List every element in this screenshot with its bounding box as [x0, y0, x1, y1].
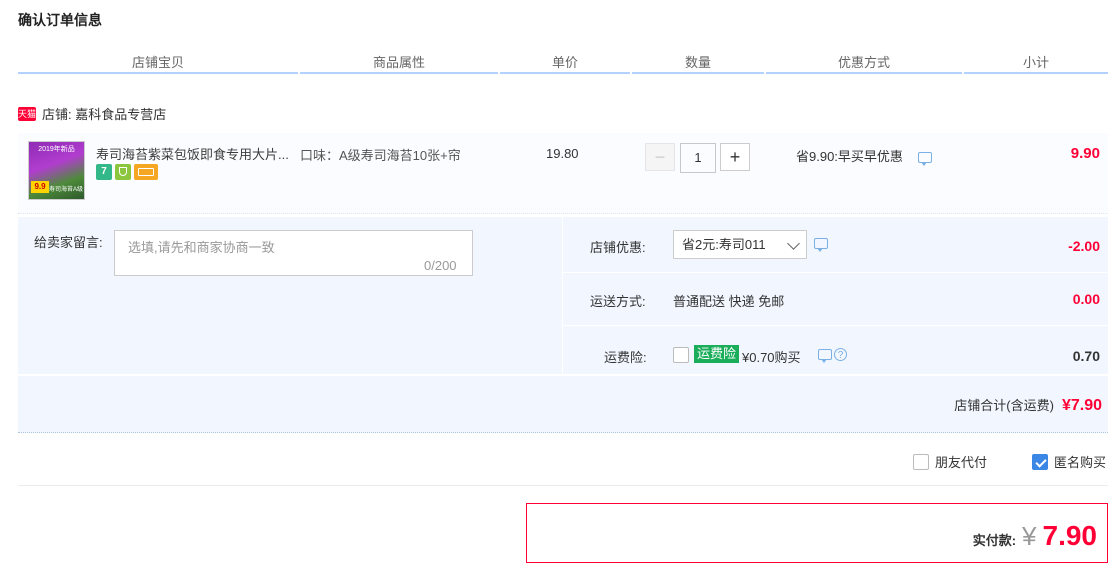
seven-day-return-icon[interactable]: 7 — [96, 164, 112, 180]
insurance-checkbox[interactable] — [673, 347, 689, 363]
quantity-input[interactable]: 1 — [680, 143, 716, 173]
quantity-decrease-button[interactable]: − — [645, 143, 675, 171]
product-title[interactable]: 寿司海苔紫菜包饭即食专用大片... — [96, 144, 289, 163]
page-title: 确认订单信息 — [18, 12, 102, 28]
shop-total-amount: ¥7.90 — [1061, 397, 1102, 414]
insurance-price: ¥0.70购买 — [742, 350, 801, 365]
help-icon[interactable]: ? — [834, 348, 847, 361]
divider — [18, 485, 1108, 486]
chat-icon[interactable] — [918, 152, 932, 166]
product-thumbnail[interactable]: 2019年新品 9.9 寿司海苔A级 — [28, 141, 85, 200]
thumbnail-tag: 2019年新品 — [38, 146, 75, 153]
chevron-down-icon — [787, 237, 800, 250]
item-promotion: 省9.90:早买早优惠 — [796, 149, 903, 164]
shipping-method: 普通配送 快递 免邮 — [673, 294, 785, 309]
col-quantity: 数量 — [684, 55, 711, 70]
insurance-label: 运费险: — [604, 350, 647, 365]
col-divider — [964, 72, 1108, 74]
guarantee-icon[interactable] — [115, 164, 131, 180]
shipping-amount: 0.00 — [1072, 291, 1100, 307]
payment-label: 实付款: — [972, 533, 1017, 548]
service-badges: 7 — [96, 164, 158, 180]
shipping-label: 运送方式: — [590, 294, 646, 309]
shop-coupon-select[interactable]: 省2元:寿司011 — [673, 230, 807, 259]
anonymous-purchase-option[interactable]: 匿名购买 — [1032, 452, 1106, 471]
tmall-icon: 天猫 — [18, 106, 37, 121]
shop-total: 店铺合计(含运费) ¥7.90 — [954, 395, 1102, 415]
payment-amount: 7.90 — [1042, 520, 1098, 551]
message-char-counter: 0/200 — [424, 258, 457, 273]
message-label: 给卖家留言: — [34, 235, 103, 250]
panel-divider — [563, 325, 1108, 326]
friend-pay-checkbox[interactable] — [913, 453, 929, 470]
insurance-tag: 运费险 — [694, 345, 740, 363]
col-discount: 优惠方式 — [837, 55, 890, 70]
message-placeholder: 选填,请先和商家协商一致 — [128, 240, 275, 255]
thumbnail-caption: 寿司海苔A级 — [49, 187, 84, 193]
shop-coupon-label: 店铺优惠: — [590, 240, 646, 255]
col-divider — [766, 72, 962, 74]
anonymous-purchase-label: 匿名购买 — [1054, 455, 1107, 470]
friend-pay-option[interactable]: 朋友代付 — [913, 452, 987, 471]
credit-card-icon[interactable] — [134, 164, 158, 180]
col-attributes: 商品属性 — [372, 55, 425, 70]
col-unit-price: 单价 — [551, 55, 578, 70]
panel-divider — [562, 217, 563, 375]
chat-icon[interactable] — [814, 238, 828, 252]
col-divider — [18, 72, 298, 74]
thumbnail-price: 9.9 — [31, 181, 49, 193]
shop-total-label: 店铺合计(含运费) — [954, 398, 1054, 413]
col-divider — [300, 72, 498, 74]
panel-divider — [18, 374, 1108, 376]
chat-icon[interactable] — [818, 349, 832, 363]
shop-coupon-value: 省2元:寿司011 — [682, 237, 766, 252]
shop-name[interactable]: 店铺: 嘉科食品专营店 — [42, 104, 166, 123]
unit-price: 19.80 — [546, 146, 579, 161]
shop-header: 天猫 店铺: 嘉科食品专营店 — [18, 104, 166, 123]
product-attribute: 口味：A级寿司海苔10张+帘 — [300, 148, 461, 163]
item-subtotal: 9.90 — [1070, 145, 1100, 162]
col-shop-item: 店铺宝贝 — [131, 55, 184, 70]
col-divider — [632, 72, 764, 74]
col-subtotal: 小计 — [1022, 55, 1049, 70]
payment-total: 实付款: ¥ 7.90 — [973, 520, 1097, 552]
friend-pay-label: 朋友代付 — [935, 455, 988, 470]
anonymous-purchase-checkbox[interactable] — [1032, 453, 1048, 470]
shop-coupon-amount: -2.00 — [1068, 238, 1100, 254]
quantity-increase-button[interactable]: + — [720, 143, 750, 171]
insurance-amount: 0.70 — [1072, 348, 1100, 364]
col-divider — [500, 72, 630, 74]
currency-symbol: ¥ — [1022, 521, 1037, 551]
panel-divider — [563, 272, 1108, 273]
